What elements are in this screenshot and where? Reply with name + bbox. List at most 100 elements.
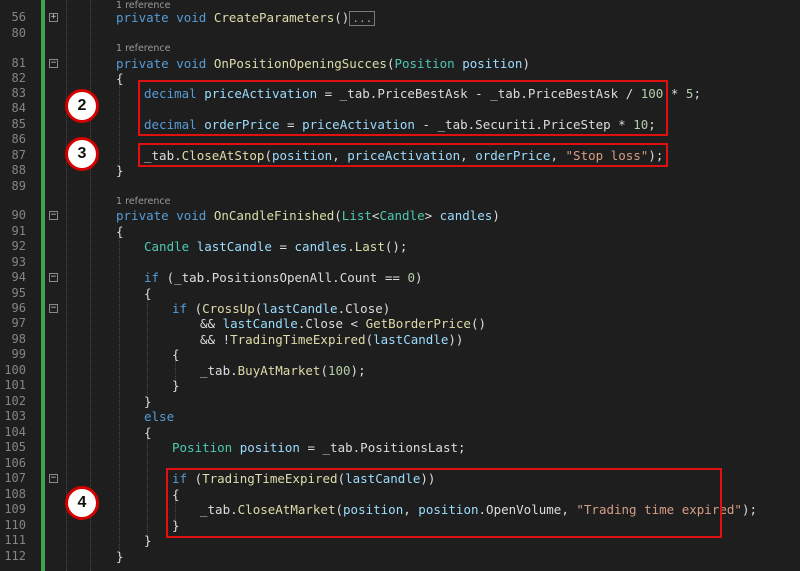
- line-number: 102: [4, 394, 26, 408]
- code-line: if (_tab.PositionsOpenAll.Count == 0): [144, 270, 423, 285]
- fold-toggle[interactable]: +: [49, 13, 58, 22]
- collapsed-region-indicator[interactable]: ...: [349, 11, 376, 26]
- variable: position: [239, 440, 300, 455]
- code-line: && !TradingTimeExpired(lastCandle)): [200, 332, 463, 347]
- punctuation: ): [492, 208, 500, 223]
- punctuation: (: [320, 363, 328, 378]
- member: PositionsLast: [360, 440, 459, 455]
- fold-toggle[interactable]: −: [49, 59, 58, 68]
- type-name: Position: [172, 440, 240, 455]
- highlight-box-4: [166, 468, 722, 538]
- punctuation: .: [347, 239, 355, 254]
- punctuation: .: [332, 270, 340, 285]
- variable: lastCandle: [222, 316, 298, 331]
- number: 100: [327, 363, 351, 378]
- indent-guide: [66, 0, 67, 571]
- method-name: GetBorderPrice: [365, 316, 471, 331]
- code-line: private void OnCandleFinished(List<Candl…: [116, 208, 500, 223]
- indent-guide: [119, 84, 120, 174]
- code-line: Position position = _tab.PositionsLast;: [172, 440, 466, 455]
- punctuation: =: [271, 239, 295, 254]
- line-number: 90: [11, 208, 26, 222]
- line-number: 82: [11, 71, 26, 85]
- method-name: OnPositionOpeningSucces: [213, 56, 387, 71]
- indent-guide: [119, 237, 120, 557]
- punctuation: ): [522, 56, 530, 71]
- code-line: {: [144, 425, 152, 440]
- line-number: 56: [11, 10, 26, 24]
- code-line: }: [172, 378, 180, 393]
- annotation-badge: 2: [65, 89, 99, 123]
- indent-guide: [90, 0, 91, 571]
- type-name: Candle: [379, 208, 425, 223]
- line-number: 103: [4, 409, 26, 423]
- line-number: 105: [4, 440, 26, 454]
- punctuation: ;: [458, 440, 466, 455]
- member: Count: [339, 270, 378, 285]
- line-number: 96: [11, 301, 26, 315]
- code-line: else: [144, 409, 175, 424]
- punctuation: (): [470, 316, 487, 331]
- line-number: 109: [4, 502, 26, 516]
- method-name: Last: [354, 239, 385, 254]
- variable: candles: [294, 239, 348, 254]
- punctuation: <: [343, 316, 366, 331]
- code-editor: 56 80 81 82 83 84 85 86 87 88 89 90 91 9…: [0, 0, 800, 571]
- fold-toggle[interactable]: −: [49, 474, 58, 483]
- line-number: 89: [11, 179, 26, 193]
- punctuation: (: [334, 208, 342, 223]
- parameter: position: [462, 56, 523, 71]
- method-name: CrossUp: [202, 301, 255, 316]
- highlight-box-3: [138, 143, 668, 167]
- code-line: {: [172, 347, 180, 362]
- line-number: 86: [11, 132, 26, 146]
- punctuation: && !: [200, 332, 231, 347]
- line-number: 92: [11, 239, 26, 253]
- punctuation: (_tab.: [166, 270, 212, 285]
- codelens-references[interactable]: 1 reference: [116, 43, 170, 55]
- method-name: TradingTimeExpired: [230, 332, 366, 347]
- punctuation: ): [414, 270, 423, 285]
- punctuation: = _tab.: [299, 440, 361, 455]
- code-line: }: [144, 394, 152, 409]
- line-number: 80: [11, 26, 26, 40]
- code-line: }: [144, 533, 152, 548]
- fold-toggle[interactable]: −: [49, 304, 58, 313]
- method-name: BuyAtMarket: [237, 363, 321, 378]
- variable: lastCandle: [373, 332, 449, 347]
- punctuation: &&: [200, 316, 223, 331]
- line-number: 101: [4, 378, 26, 392]
- parameter: candles: [439, 208, 493, 223]
- punctuation: ==: [377, 270, 408, 285]
- fold-toggle[interactable]: −: [49, 211, 58, 220]
- indent-guide: [147, 438, 148, 544]
- code-line: {: [116, 71, 124, 86]
- annotation-badge: 4: [65, 486, 99, 520]
- keyword: if: [144, 270, 167, 285]
- change-indicator-bar: [41, 0, 45, 571]
- punctuation: (): [334, 10, 350, 25]
- type-name: List: [341, 208, 372, 223]
- punctuation: );: [350, 363, 366, 378]
- line-number: 87: [11, 148, 26, 162]
- type-name: Position: [394, 56, 455, 71]
- code-line: private void CreateParameters()...: [116, 10, 376, 26]
- keyword: private void: [116, 208, 214, 223]
- punctuation: .: [337, 301, 346, 316]
- fold-toggle[interactable]: −: [49, 273, 58, 282]
- punctuation: ;: [693, 86, 701, 101]
- code-line: {: [144, 286, 152, 301]
- line-number: 99: [11, 347, 26, 361]
- code-line: Candle lastCandle = candles.Last();: [144, 239, 407, 254]
- variable: lastCandle: [196, 239, 272, 254]
- punctuation: (: [194, 301, 203, 316]
- method-name: OnCandleFinished: [213, 208, 335, 223]
- punctuation: ): [382, 301, 391, 316]
- line-number: 88: [11, 163, 26, 177]
- codelens-references[interactable]: 1 reference: [116, 196, 170, 208]
- keyword: if: [172, 301, 195, 316]
- line-number: 93: [11, 255, 26, 269]
- line-number: 100: [4, 363, 26, 377]
- line-number: 104: [4, 425, 26, 439]
- line-number: 84: [11, 101, 26, 115]
